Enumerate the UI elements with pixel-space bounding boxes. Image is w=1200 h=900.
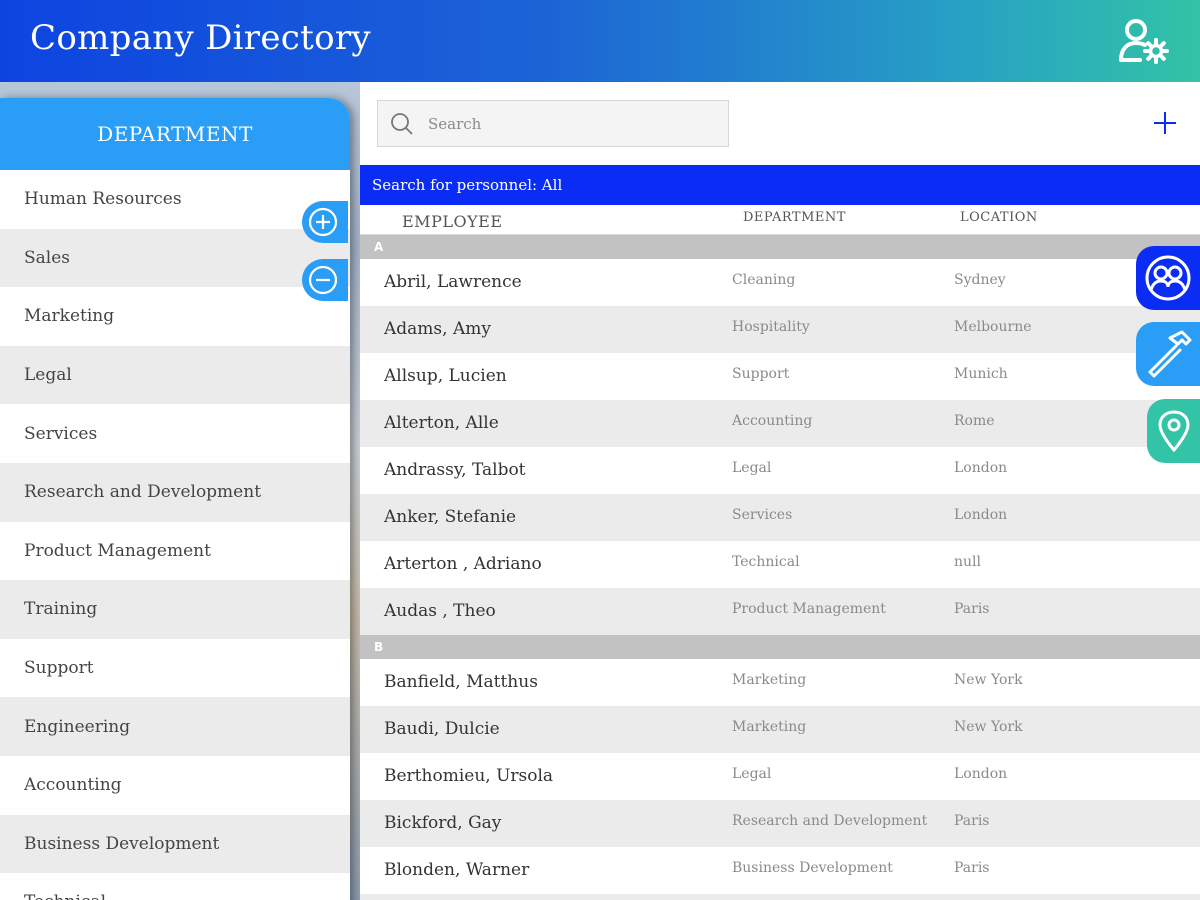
sidebar-item[interactable]: Legal <box>0 345 350 405</box>
employee-location: null <box>954 554 981 570</box>
table-row[interactable]: Baudi, Dulcie Marketing New York <box>360 706 1200 753</box>
table-row[interactable]: Audas , Theo Product Management Paris <box>360 588 1200 635</box>
table-row[interactable]: Allsup, Lucien Support Munich <box>360 353 1200 400</box>
sidebar-item[interactable]: Engineering <box>0 697 350 756</box>
sidebar-item[interactable]: Technical <box>0 873 350 900</box>
table-row[interactable]: Banfield, Matthus Marketing New York <box>360 659 1200 706</box>
column-location: LOCATION <box>960 210 1038 225</box>
department-sidebar: DEPARTMENT Human Resources Sales Marketi… <box>0 98 350 900</box>
employee-location: Munich <box>954 366 1008 382</box>
employee-location: London <box>954 766 1008 782</box>
table-row <box>360 894 1200 900</box>
section-header: B <box>360 635 1200 659</box>
search-box[interactable] <box>377 100 729 147</box>
plus-circle-icon <box>308 207 338 237</box>
table-row[interactable]: Bickford, Gay Research and Development P… <box>360 800 1200 847</box>
employee-department: Business Development <box>732 860 893 876</box>
employee-name: Adams, Amy <box>384 319 491 339</box>
employee-department: Marketing <box>732 672 807 688</box>
employee-department: Research and Development <box>732 813 928 829</box>
employee-location: Paris <box>954 813 990 829</box>
table-row[interactable]: Anker, Stefanie Services London <box>360 494 1200 541</box>
employee-name: Arterton , Adriano <box>384 554 542 574</box>
user-settings-icon[interactable] <box>1118 18 1172 64</box>
sidebar-item[interactable]: Marketing <box>0 287 350 346</box>
table-row[interactable]: Alterton, Alle Accounting Rome <box>360 400 1200 447</box>
map-pin-icon <box>1157 410 1190 452</box>
employee-name: Abril, Lawrence <box>384 272 522 292</box>
section-header: A <box>360 235 1200 259</box>
table-row[interactable]: Andrassy, Talbot Legal London <box>360 447 1200 494</box>
department-list: Human Resources Sales Marketing Legal Se… <box>0 170 350 900</box>
employee-name: Audas , Theo <box>384 601 496 621</box>
employee-department: Technical <box>732 554 800 570</box>
employee-location: Paris <box>954 601 990 617</box>
employee-name: Allsup, Lucien <box>384 366 507 386</box>
employee-department: Cleaning <box>732 272 796 288</box>
search-input[interactable] <box>428 114 708 133</box>
column-employee: EMPLOYEE <box>402 212 503 231</box>
app-header: Company Directory <box>0 0 1200 82</box>
minus-circle-icon <box>308 265 338 295</box>
personnel-filter-bar: Search for personnel: All <box>360 165 1200 205</box>
sidebar-title: DEPARTMENT <box>0 98 350 170</box>
employee-location: New York <box>954 719 1023 735</box>
search-icon <box>391 112 413 135</box>
sidebar-item[interactable]: Product Management <box>0 521 350 581</box>
sidebar-item[interactable]: Services <box>0 404 350 463</box>
table-row[interactable]: Arterton , Adriano Technical null <box>360 541 1200 588</box>
table-row[interactable]: Abril, Lawrence Cleaning Sydney <box>360 259 1200 306</box>
employee-department: Product Management <box>732 601 886 617</box>
plus-icon <box>1154 112 1176 134</box>
employee-table: A Abril, Lawrence Cleaning Sydney Adams,… <box>360 235 1200 900</box>
sidebar-item[interactable]: Accounting <box>0 755 350 815</box>
table-header: EMPLOYEE DEPARTMENT LOCATION <box>360 205 1200 235</box>
employee-location: London <box>954 460 1008 476</box>
sidebar-item[interactable]: Sales <box>0 228 350 288</box>
employee-department: Support <box>732 366 790 382</box>
employee-name: Blonden, Warner <box>384 860 530 880</box>
personnel-button[interactable] <box>1136 246 1200 310</box>
employee-name: Bickford, Gay <box>384 813 502 833</box>
table-row[interactable]: Adams, Amy Hospitality Melbourne <box>360 306 1200 353</box>
table-row[interactable]: Blonden, Warner Business Development Par… <box>360 847 1200 894</box>
location-button[interactable] <box>1147 399 1200 463</box>
employee-department: Services <box>732 507 793 523</box>
app-title: Company Directory <box>30 18 371 58</box>
employee-name: Berthomieu, Ursola <box>384 766 554 786</box>
sidebar-item[interactable]: Business Development <box>0 814 350 874</box>
employee-department: Legal <box>732 766 772 782</box>
employee-location: Sydney <box>954 272 1006 288</box>
sidebar-item[interactable]: Support <box>0 638 350 698</box>
employee-location: New York <box>954 672 1023 688</box>
main-panel: Search for personnel: All EMPLOYEE DEPAR… <box>360 82 1200 900</box>
sidebar-item[interactable]: Training <box>0 580 350 639</box>
employee-location: Paris <box>954 860 990 876</box>
employee-name: Banfield, Matthus <box>384 672 538 692</box>
tools-button[interactable] <box>1136 322 1200 386</box>
remove-department-button[interactable] <box>302 259 348 301</box>
table-row[interactable]: Berthomieu, Ursola Legal London <box>360 753 1200 800</box>
employee-name: Baudi, Dulcie <box>384 719 500 739</box>
employee-name: Anker, Stefanie <box>384 507 517 527</box>
employee-location: Rome <box>954 413 995 429</box>
hammer-icon <box>1148 330 1192 378</box>
column-department: DEPARTMENT <box>743 210 846 225</box>
employee-name: Andrassy, Talbot <box>384 460 526 480</box>
sidebar-item[interactable]: Research and Development <box>0 462 350 522</box>
employee-department: Legal <box>732 460 772 476</box>
employee-location: London <box>954 507 1008 523</box>
people-icon <box>1145 255 1191 301</box>
sidebar-item[interactable]: Human Resources <box>0 170 350 229</box>
add-department-button[interactable] <box>302 201 348 243</box>
employee-location: Melbourne <box>954 319 1032 335</box>
employee-department: Accounting <box>732 413 813 429</box>
employee-department: Marketing <box>732 719 807 735</box>
employee-department: Hospitality <box>732 319 810 335</box>
add-employee-button[interactable] <box>1152 110 1178 136</box>
employee-name: Alterton, Alle <box>384 413 499 433</box>
